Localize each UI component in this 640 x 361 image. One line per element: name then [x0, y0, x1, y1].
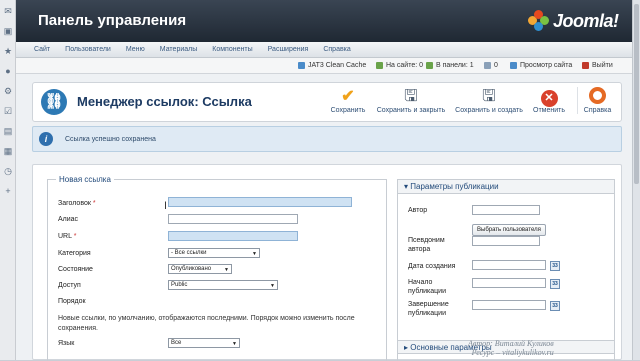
cache-link[interactable]: JAT3 Clean Cache: [298, 62, 366, 69]
collapse-arrow-icon: ▾: [404, 182, 409, 191]
category-select[interactable]: - Все ссылки ▼: [168, 248, 260, 258]
access-select[interactable]: Public ▼: [168, 280, 278, 290]
state-label: Состояние: [58, 266, 93, 273]
url-label: URL *: [58, 233, 77, 240]
image-icon[interactable]: ▦: [3, 146, 13, 156]
order-note: Новые ссылки, по умолчанию, отображаются…: [58, 315, 355, 332]
envelope-icon: [484, 62, 491, 69]
select-user-button[interactable]: Выбрать пользователя: [472, 224, 546, 236]
save-close-button[interactable]: 🖫 Сохранить и закрыть: [373, 87, 449, 114]
link-icon: ⛓: [41, 89, 67, 115]
content-area: Новая ссылка Заголовок * Алиас URL * Кат…: [32, 164, 622, 361]
author-input[interactable]: [472, 205, 540, 215]
cancel-button[interactable]: ✕ Отменить: [529, 87, 569, 114]
users-icon: [376, 62, 383, 69]
menu-item-components[interactable]: Компоненты: [212, 42, 252, 57]
admin-window: Панель управления Joomla! Сайт Пользоват…: [16, 0, 632, 361]
gear-icon[interactable]: ⚙: [3, 86, 13, 96]
fieldset-legend: Новая ссылка: [56, 175, 114, 184]
publish-end-label: Завершение публикации: [408, 301, 449, 317]
toolbar-title: Менеджер ссылок: Ссылка: [77, 94, 252, 109]
in-panel-status: В панели: 1: [426, 62, 474, 69]
checklist-icon[interactable]: ☑: [3, 106, 13, 116]
joomla-logo-icon: [528, 10, 550, 32]
save-new-button[interactable]: 🖫 Сохранить и создать: [451, 87, 527, 114]
cache-icon: [298, 62, 305, 69]
success-message: i Ссылка успешно сохранена: [32, 126, 622, 152]
logout-icon: [582, 62, 589, 69]
chevron-down-icon: ▼: [224, 267, 229, 273]
add-icon[interactable]: +: [3, 186, 13, 196]
mail-icon[interactable]: ✉: [3, 6, 13, 16]
menu-item-extensions[interactable]: Расширения: [268, 42, 309, 57]
help-button[interactable]: Справка: [577, 87, 613, 114]
menu-item-menus[interactable]: Меню: [126, 42, 145, 57]
chevron-down-icon: ▼: [252, 251, 257, 257]
author-alias-input[interactable]: [472, 236, 540, 246]
status-bar: JAT3 Clean Cache На сайте: 0 В панели: 1…: [16, 58, 632, 74]
floppy-disk-plus-icon: 🖫: [482, 88, 496, 105]
alias-input[interactable]: [168, 214, 298, 224]
messages-status[interactable]: 0: [484, 62, 498, 69]
checkmark-icon: ✔: [341, 88, 355, 105]
title-label: Заголовок *: [58, 200, 96, 207]
access-label: Доступ: [58, 282, 81, 289]
chevron-down-icon: ▼: [232, 341, 237, 347]
message-text: Ссылка успешно сохранена: [65, 136, 156, 143]
video-credit: Автор: Виталий Куликов Ресурс – vitaliyku…: [468, 339, 554, 357]
title-input[interactable]: [168, 197, 352, 207]
joomla-logo: Joomla!: [528, 9, 619, 33]
state-select[interactable]: Опубликовано ▼: [168, 264, 232, 274]
scrollbar-thumb[interactable]: [634, 4, 639, 184]
monitor-icon: [510, 62, 517, 69]
toolbar: ⛓ Менеджер ссылок: Ссылка ✔ Сохранить 🖫 …: [32, 82, 622, 122]
language-select[interactable]: Все ▼: [168, 338, 240, 348]
logout-link[interactable]: Выйти: [582, 62, 613, 69]
expand-arrow-icon: ▸: [404, 343, 409, 352]
author-label: Автор: [408, 207, 428, 214]
menu-item-content[interactable]: Материалы: [160, 42, 197, 57]
created-date-label: Дата создания: [408, 263, 456, 270]
main-menu: Сайт Пользователи Меню Материалы Компоне…: [16, 42, 632, 58]
url-input[interactable]: [168, 231, 298, 241]
publish-start-input[interactable]: [472, 278, 546, 288]
chevron-down-icon: ▼: [270, 283, 275, 289]
publish-start-label: Начало публикации: [408, 279, 446, 295]
menu-item-help[interactable]: Справка: [323, 42, 350, 57]
header-bar: Панель управления Joomla!: [16, 0, 632, 42]
new-link-fieldset: Новая ссылка Заголовок * Алиас URL * Кат…: [47, 175, 387, 361]
calendar-icon[interactable]: 33: [550, 261, 560, 271]
inbox-icon[interactable]: ▣: [3, 26, 13, 36]
alias-label: Алиас: [58, 216, 79, 223]
left-sidebar: ✉ ▣ ★ ● ⚙ ☑ ▤ ▦ ◷ +: [0, 0, 16, 360]
preview-site-link[interactable]: Просмотр сайта: [510, 62, 572, 69]
language-label: Язык: [58, 340, 75, 347]
star-icon[interactable]: ★: [3, 46, 13, 56]
category-label: Категория: [58, 250, 91, 257]
author-alias-label: Псевдоним автора: [408, 237, 445, 253]
menu-item-site[interactable]: Сайт: [34, 42, 50, 57]
calendar-icon[interactable]: 33: [550, 301, 560, 311]
calendar-icon[interactable]: 33: [550, 279, 560, 289]
publish-end-input[interactable]: [472, 300, 546, 310]
clock-icon[interactable]: ◷: [3, 166, 13, 176]
menu-item-users[interactable]: Пользователи: [65, 42, 111, 57]
info-icon: i: [39, 132, 53, 146]
floppy-disk-icon: 🖫: [404, 88, 418, 105]
publish-options-panel: ▾ Параметры публикации Автор Выбрать пол…: [397, 179, 615, 361]
order-label: Порядок: [58, 298, 86, 305]
cancel-icon: ✕: [529, 87, 569, 107]
save-button[interactable]: ✔ Сохранить: [329, 87, 367, 114]
admin-users-icon: [426, 62, 433, 69]
chat-icon[interactable]: ▤: [3, 126, 13, 136]
page-title: Панель управления: [38, 12, 187, 29]
publish-options-header[interactable]: ▾ Параметры публикации: [398, 180, 614, 194]
scrollbar[interactable]: [632, 0, 640, 360]
user-icon[interactable]: ●: [3, 66, 13, 76]
created-date-input[interactable]: [472, 260, 546, 270]
on-site-status: На сайте: 0: [376, 62, 423, 69]
text-cursor-icon: Ⅰ: [164, 201, 167, 212]
lifebuoy-icon: [582, 87, 613, 107]
